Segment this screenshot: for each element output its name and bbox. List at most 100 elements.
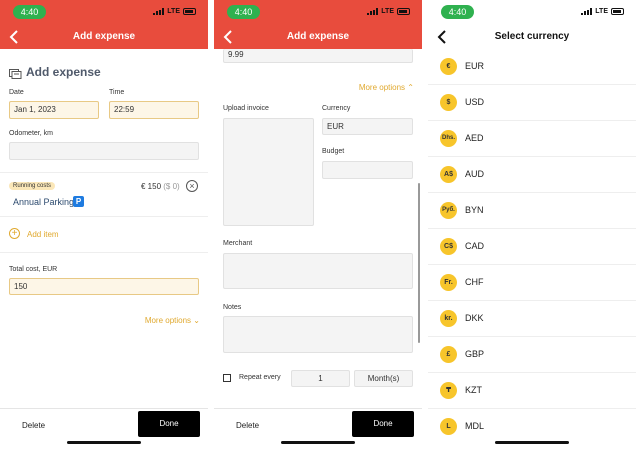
odometer-label: Odometer, km [9, 130, 53, 137]
notes-label: Notes [223, 304, 242, 311]
scrollbar[interactable] [418, 183, 420, 343]
delete-button[interactable]: Delete [22, 421, 45, 430]
more-options-label: More options [144, 316, 192, 325]
home-indicator [67, 441, 141, 444]
currency-row-gbp[interactable]: £ GBP [428, 337, 636, 373]
currency-list: € EUR $ USD Dhs. AED A$ AUD Руб. BYN C$ CAD Fr… [428, 49, 636, 450]
currency-row-usd[interactable]: $ USD [428, 85, 636, 121]
notes-field[interactable] [223, 316, 413, 353]
currency-symbol-icon: $ [440, 94, 457, 111]
status-bar: 4:40 LTE [428, 0, 636, 25]
currency-code: CHF [465, 277, 484, 287]
currency-row-eur[interactable]: € EUR [428, 49, 636, 85]
network-label: LTE [595, 8, 608, 15]
chevron-up-icon: ⌃ [407, 83, 414, 92]
currency-code: CAD [465, 241, 485, 251]
total-field[interactable]: 150 [9, 278, 199, 295]
currency-row-byn[interactable]: Руб. BYN [428, 193, 636, 229]
currency-symbol-icon: Fr. [440, 274, 457, 291]
done-button[interactable]: Done [352, 411, 414, 437]
currency-field[interactable]: EUR [322, 118, 413, 135]
add-item-button[interactable]: Add item [27, 230, 59, 239]
amount-field[interactable]: 9.99 [223, 49, 413, 63]
page-title: Add expense [72, 31, 136, 42]
repeat-label: Repeat every [239, 374, 281, 381]
status-indicators: LTE [367, 8, 410, 15]
date-field[interactable]: Jan 1, 2023 [9, 101, 99, 119]
currency-code: EUR [465, 61, 485, 71]
odometer-field[interactable] [9, 142, 199, 160]
currency-code: USD [465, 97, 485, 107]
repeat-count-field[interactable]: 1 [291, 370, 350, 387]
more-options-label: More options [358, 83, 406, 92]
time-label: Time [109, 89, 125, 96]
divider [0, 172, 208, 173]
budget-label: Budget [322, 148, 345, 155]
signal-icon [367, 8, 379, 15]
currency-row-aed[interactable]: Dhs. AED [428, 121, 636, 157]
currency-symbol-icon: L [440, 418, 457, 435]
divider [0, 252, 208, 253]
bottom-bar: Delete Done [0, 408, 208, 450]
repeat-checkbox[interactable] [223, 374, 231, 382]
network-label: LTE [381, 8, 394, 15]
screen-add-expense-2: 4:40 LTE Add expense 9.99 More options ⌃… [214, 0, 422, 450]
item-name[interactable]: Annual Parking [13, 197, 74, 207]
currency-symbol-icon: £ [440, 346, 457, 363]
delete-button[interactable]: Delete [236, 421, 259, 430]
currency-row-mdl[interactable]: L MDL [428, 409, 636, 445]
bottom-bar: Delete Done [214, 408, 422, 450]
currency-row-chf[interactable]: Fr. CHF [428, 265, 636, 301]
currency-symbol-icon: A$ [440, 166, 457, 183]
status-indicators: LTE [153, 8, 196, 15]
form: Add expense Date Jan 1, 2023 Time 22:59 … [0, 49, 208, 450]
status-time: 4:40 [227, 5, 260, 19]
form: 9.99 More options ⌃ Upload invoice Curre… [214, 49, 422, 450]
battery-icon [397, 8, 410, 15]
currency-row-kzt[interactable]: ₸ KZT [428, 373, 636, 409]
budget-field[interactable] [322, 161, 413, 179]
currency-code: KZT [465, 385, 482, 395]
network-label: LTE [167, 8, 180, 15]
time-field[interactable]: 22:59 [109, 101, 199, 119]
currency-code: AUD [465, 169, 485, 179]
status-bar: 4:40 LTE [0, 0, 208, 25]
currency-symbol-icon: € [440, 58, 457, 75]
status-time: 4:40 [441, 5, 474, 19]
screen-select-currency: 4:40 LTE Select currency € EUR $ USD Dhs. A… [428, 0, 636, 450]
upload-invoice-area[interactable] [223, 118, 314, 226]
battery-icon [183, 8, 196, 15]
add-icon[interactable]: + [9, 228, 20, 239]
nav-bar: Add expense [0, 25, 208, 49]
done-button[interactable]: Done [138, 411, 200, 437]
currency-row-dkk[interactable]: kr. DKK [428, 301, 636, 337]
home-indicator [495, 441, 569, 444]
more-options-button[interactable]: More options ⌄ [145, 316, 200, 325]
nav-bar: Add expense [214, 25, 422, 49]
currency-code: MDL [465, 421, 485, 431]
currency-symbol-icon: C$ [440, 238, 457, 255]
currency-symbol-icon: kr. [440, 310, 457, 327]
currency-row-aud[interactable]: A$ AUD [428, 157, 636, 193]
currency-code: DKK [465, 313, 484, 323]
merchant-field[interactable] [223, 253, 413, 289]
merchant-label: Merchant [223, 240, 253, 247]
remove-item-icon[interactable]: × [186, 180, 198, 192]
currency-symbol-icon: Руб. [440, 202, 457, 219]
page-title: Add expense [286, 31, 350, 42]
currency-code: BYN [465, 205, 484, 215]
repeat-unit-select[interactable]: Month(s) [354, 370, 413, 387]
signal-icon [153, 8, 165, 15]
item-amount-primary: € 150 [141, 182, 162, 191]
parking-icon: P [73, 196, 84, 207]
date-label: Date [9, 89, 24, 96]
item-amount-secondary: ($ 0) [163, 182, 180, 191]
currency-row-cad[interactable]: C$ CAD [428, 229, 636, 265]
expense-icon [9, 66, 22, 79]
item-amount: € 150 ($ 0) [141, 182, 180, 191]
more-options-button[interactable]: More options ⌃ [359, 83, 414, 92]
status-time: 4:40 [13, 5, 46, 19]
page-title: Select currency [494, 31, 570, 42]
form-heading: Add expense [26, 65, 101, 79]
divider [0, 216, 208, 217]
